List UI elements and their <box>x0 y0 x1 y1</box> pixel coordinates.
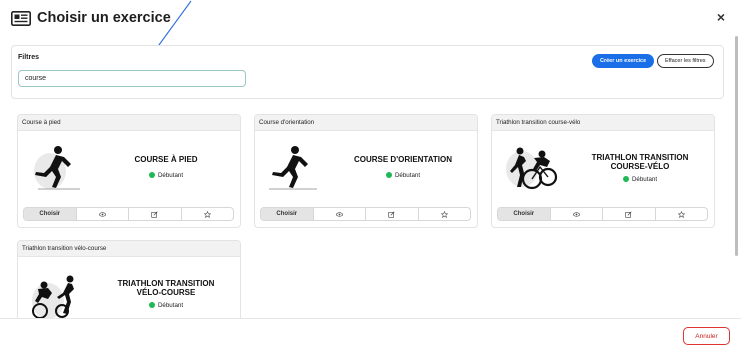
level-badge: Débutant <box>330 172 476 179</box>
card-header: Course à pied <box>18 115 240 131</box>
exercise-card: Course d'orientation COURSE D'ORIENTATIO… <box>254 114 478 228</box>
cyclist-runner-image <box>32 275 74 319</box>
status-dot-icon <box>148 302 155 308</box>
card-header: Triathlon transition course-vélo <box>492 115 714 131</box>
filters-label: Filtres <box>18 54 40 61</box>
favorite-button[interactable] <box>180 208 234 220</box>
cancel-button[interactable]: Annuler <box>683 327 730 345</box>
clear-filters-button[interactable]: Effacer les filtres <box>657 54 714 68</box>
star-icon <box>440 210 448 218</box>
card-title: TRIATHLON TRANSITION VÉLO-COURSE <box>117 279 215 297</box>
status-dot-icon <box>622 176 629 182</box>
view-button[interactable] <box>549 208 603 220</box>
level-badge: Débutant <box>567 176 713 183</box>
level-badge: Débutant <box>93 172 239 179</box>
create-exercise-button[interactable]: Créer un exercice <box>592 54 655 68</box>
runner-image <box>269 146 317 190</box>
star-icon <box>677 210 685 218</box>
card-header: Course d'orientation <box>255 115 477 131</box>
search-input[interactable] <box>18 70 246 87</box>
card-actions: Choisir <box>497 207 708 221</box>
view-button[interactable] <box>75 208 129 220</box>
choose-button[interactable]: Choisir <box>261 208 313 220</box>
card-actions: Choisir <box>260 207 471 221</box>
runner-image <box>34 146 80 190</box>
runner-cyclist-image <box>506 147 558 190</box>
edit-icon <box>388 210 395 218</box>
favorite-button[interactable] <box>417 208 471 220</box>
status-dot-icon <box>148 172 155 178</box>
modal-header: Choisir un exercice <box>11 8 171 28</box>
page-title: Choisir un exercice <box>37 10 171 26</box>
card-title: TRIATHLON TRANSITION COURSE-VÉLO <box>591 153 689 171</box>
eye-icon <box>335 211 343 217</box>
scrollbar[interactable] <box>735 36 738 256</box>
close-icon[interactable]: × <box>717 9 725 25</box>
level-badge: Débutant <box>93 302 239 309</box>
card-header: Triathlon transition vélo-course <box>18 241 240 257</box>
eye-icon <box>572 211 580 217</box>
choose-button[interactable]: Choisir <box>498 208 550 220</box>
edit-button[interactable] <box>365 208 418 220</box>
edit-icon <box>625 210 632 218</box>
newspaper-icon <box>11 10 31 26</box>
filters-panel: Filtres Créer un exercice Effacer les fi… <box>11 45 724 99</box>
eye-icon <box>98 211 106 217</box>
favorite-button[interactable] <box>654 208 708 220</box>
choose-button[interactable]: Choisir <box>24 208 76 220</box>
exercise-picker-modal: Choisir un exercice × Filtres Créer un e… <box>0 0 741 353</box>
status-dot-icon <box>385 172 392 178</box>
edit-button[interactable] <box>602 208 655 220</box>
card-title: COURSE D'ORIENTATION <box>353 155 453 164</box>
modal-footer: Annuler <box>0 318 741 353</box>
card-title: COURSE À PIED <box>134 155 198 164</box>
exercise-card: Triathlon transition course-vélo TRIATHL… <box>491 114 715 228</box>
edit-icon <box>151 210 158 218</box>
view-button[interactable] <box>312 208 366 220</box>
star-icon <box>203 210 211 218</box>
exercise-card: Course à pied COURSE À PIED Débutant Cho… <box>17 114 241 228</box>
card-actions: Choisir <box>23 207 234 221</box>
edit-button[interactable] <box>128 208 181 220</box>
